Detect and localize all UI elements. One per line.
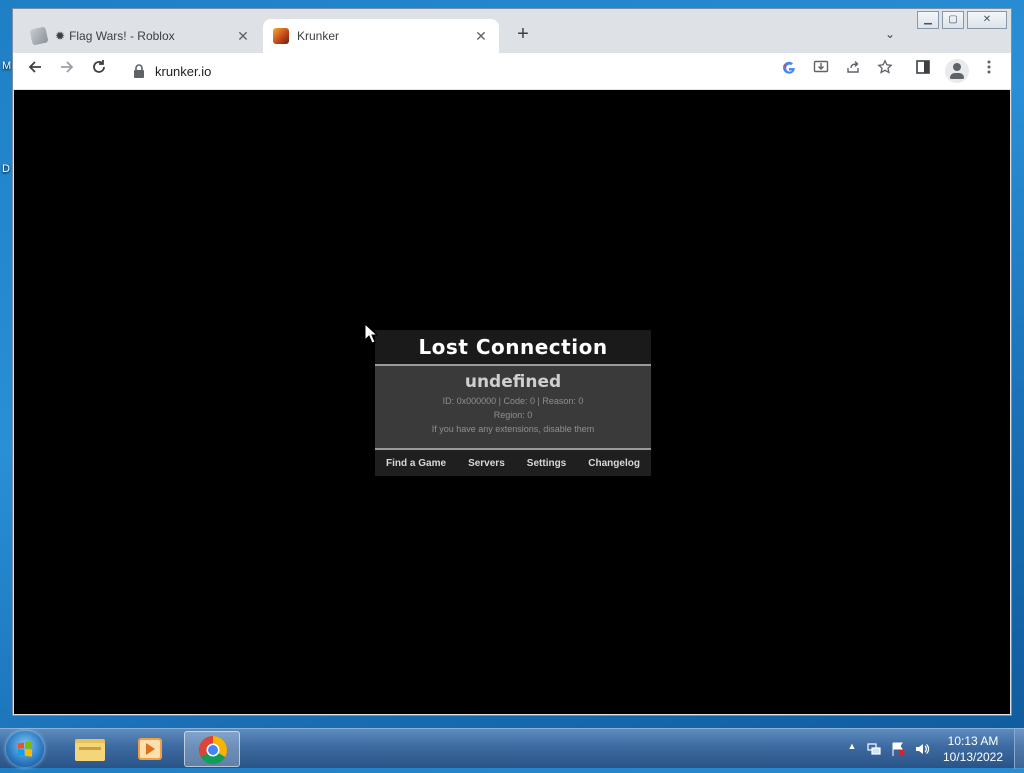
close-icon[interactable]: ✕ [473, 28, 489, 45]
clock-date: 10/13/2022 [942, 750, 1004, 764]
install-app-icon[interactable] [809, 59, 833, 83]
chrome-icon [199, 736, 227, 764]
action-center-flag-icon[interactable] [890, 741, 906, 757]
address-bar[interactable]: krunker.io [123, 57, 833, 85]
tab-krunker[interactable]: Krunker ✕ [263, 19, 499, 53]
gear-icon: ✹ [55, 29, 66, 43]
extensions-hint: If you have any extensions, disable them [431, 424, 595, 434]
browser-toolbar: krunker.io [13, 53, 1011, 89]
connection-info: ID: 0x000000 | Code: 0 | Reason: 0 [442, 396, 584, 406]
taskbar-file-explorer[interactable] [62, 731, 118, 767]
lost-connection-dialog: Lost Connection undefined ID: 0x000000 |… [375, 330, 651, 476]
dialog-body: undefined ID: 0x000000 | Code: 0 | Reaso… [375, 366, 651, 448]
region-info: Region: 0 [493, 410, 533, 420]
changelog-button[interactable]: Changelog [588, 458, 640, 469]
side-panel-icon[interactable] [911, 59, 935, 83]
roblox-favicon-icon [29, 26, 49, 46]
dialog-menu: Find a Game Servers Settings Changelog [375, 450, 651, 476]
new-tab-button[interactable]: + [511, 23, 535, 46]
servers-button[interactable]: Servers [468, 458, 505, 469]
tab-strip: ✹ Flag Wars! - Roblox ✕ Krunker ✕ + ⌄ ▁ … [13, 9, 1011, 53]
taskbar-chrome[interactable] [184, 731, 240, 767]
maximize-button[interactable]: ▢ [942, 11, 964, 29]
taskbar-media-player[interactable] [122, 731, 178, 767]
clock-time: 10:13 AM [947, 734, 999, 748]
media-player-icon [138, 738, 162, 760]
network-icon[interactable] [866, 741, 882, 757]
menu-kebab-icon[interactable] [977, 59, 1001, 83]
start-button[interactable] [6, 731, 44, 767]
bookmark-star-icon[interactable] [873, 59, 897, 83]
share-icon[interactable] [841, 59, 865, 83]
profile-avatar-icon[interactable] [945, 59, 969, 83]
krunker-favicon-icon [273, 28, 289, 44]
forward-arrow-icon[interactable] [55, 59, 79, 83]
minimize-button[interactable]: ▁ [917, 11, 939, 29]
reload-icon[interactable] [87, 59, 111, 83]
back-arrow-icon[interactable] [23, 59, 47, 83]
dialog-title: Lost Connection [375, 330, 651, 364]
volume-icon[interactable] [914, 741, 930, 757]
mouse-cursor-icon [364, 323, 378, 344]
settings-button[interactable]: Settings [527, 458, 566, 469]
browser-window: ✹ Flag Wars! - Roblox ✕ Krunker ✕ + ⌄ ▁ … [12, 8, 1012, 716]
windows-logo-icon [18, 741, 32, 757]
desktop-icon-label-stub: M [2, 60, 12, 72]
close-window-button[interactable]: ✕ [967, 11, 1007, 29]
taskbar: ▲ 10:13 AM 10/13/2022 [0, 728, 1024, 769]
tab-title: Krunker [297, 29, 340, 43]
close-icon[interactable]: ✕ [235, 28, 251, 45]
show-desktop-button[interactable] [1014, 729, 1024, 769]
google-lens-icon[interactable] [777, 59, 801, 83]
page-viewport[interactable]: Lost Connection undefined ID: 0x000000 |… [14, 90, 1010, 714]
find-game-button[interactable]: Find a Game [386, 458, 446, 469]
desktop-icon-label-stub: D [2, 163, 10, 175]
tab-search-chevron-icon[interactable]: ⌄ [885, 27, 895, 41]
url-text[interactable]: krunker.io [155, 64, 211, 79]
system-clock[interactable]: 10:13 AM 10/13/2022 [936, 733, 1010, 765]
lock-icon[interactable] [133, 64, 145, 78]
show-hidden-icons-arrow-icon[interactable]: ▲ [844, 741, 860, 757]
folder-icon [75, 739, 105, 761]
dialog-subtitle: undefined [464, 372, 562, 392]
tab-roblox[interactable]: ✹ Flag Wars! - Roblox ✕ [21, 19, 261, 53]
tab-title: Flag Wars! - Roblox [69, 29, 175, 43]
